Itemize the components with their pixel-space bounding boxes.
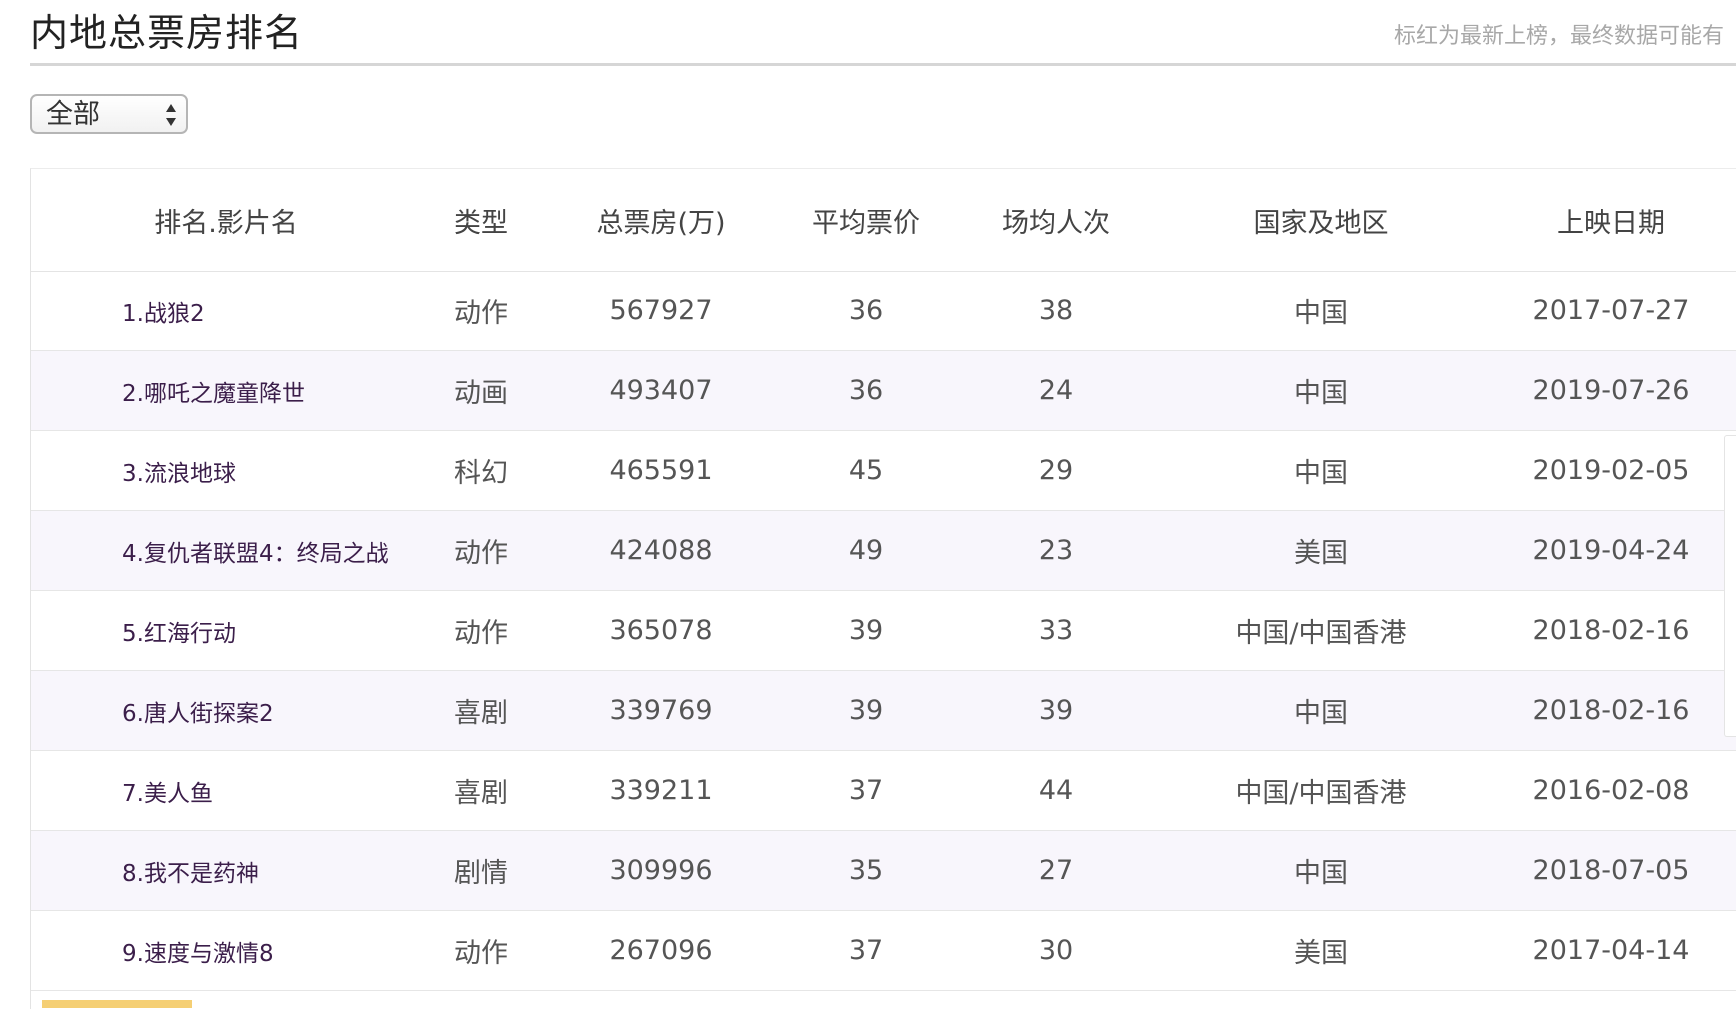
release-date-cell: 2017-04-14 [1532,935,1690,966]
box-office-cell: 465591 [609,455,713,486]
avg-price-cell: 36 [848,295,884,326]
country-cell: 中国/中国香港 [1235,778,1407,809]
avg-price-cell: 36 [848,375,884,406]
genre-cell: 喜剧 [454,698,508,729]
page-title: 内地总票房排名 [30,11,304,55]
genre-cell: 喜剧 [454,778,508,809]
country-cell: 美国 [1294,538,1348,569]
column-header-avg-price[interactable]: 平均票价 [801,169,931,271]
avg-price-cell: 39 [848,615,884,646]
table-row[interactable]: 2.哪吒之魔童降世 动画 493407 36 24 中国 2019-07-26 [31,351,1736,431]
column-header-rank-title[interactable]: 排名.影片名 [31,169,421,271]
film-title-cell[interactable]: 5.红海行动 [31,591,421,670]
film-title-cell[interactable]: 8.我不是药神 [31,831,421,910]
genre-cell: 动作 [454,938,508,969]
country-cell: 中国 [1294,458,1348,489]
genre-cell: 动作 [454,618,508,649]
release-date-cell: 2019-02-05 [1532,455,1690,486]
avg-audience-cell: 23 [1038,535,1074,566]
table-header: 排名.影片名 类型 总票房(万) 平均票价 场均人次 国家及地区 上映日期 [31,169,1736,272]
film-title-cell[interactable]: 1.战狼2 [31,271,421,350]
release-date-cell: 2018-02-16 [1532,615,1690,646]
bottom-accent-bar [42,1000,192,1008]
film-title-cell[interactable]: 7.美人鱼 [31,751,421,830]
table-row[interactable]: 5.红海行动 动作 365078 39 33 中国/中国香港 2018-02-1… [31,591,1736,671]
release-date-cell: 2019-04-24 [1532,535,1690,566]
country-cell: 中国 [1294,858,1348,889]
genre-cell: 剧情 [454,858,508,889]
column-header-country[interactable]: 国家及地区 [1201,169,1441,271]
genre-cell: 科幻 [454,458,508,489]
avg-audience-cell: 33 [1038,615,1074,646]
release-date-cell: 2018-02-16 [1532,695,1690,726]
table-row[interactable]: 4.复仇者联盟4：终局之战 动作 424088 49 23 美国 2019-04… [31,511,1736,591]
country-cell: 中国 [1294,698,1348,729]
box-office-cell: 267096 [609,935,713,966]
box-office-cell: 339769 [609,695,713,726]
avg-price-cell: 49 [848,535,884,566]
film-title-cell[interactable]: 9.速度与激情8 [31,911,421,990]
column-header-genre[interactable]: 类型 [431,169,531,271]
column-header-avg-audience[interactable]: 场均人次 [991,169,1121,271]
table-row[interactable]: 3.流浪地球 科幻 465591 45 29 中国 2019-02-05 [31,431,1736,511]
film-title-cell[interactable]: 6.唐人街探案2 [31,671,421,750]
box-office-cell: 309996 [609,855,713,886]
avg-audience-cell: 30 [1038,935,1074,966]
genre-cell: 动画 [454,378,508,409]
country-cell: 美国 [1294,938,1348,969]
update-notice: 标红为最新上榜，最终数据可能有 [1394,24,1725,49]
genre-cell: 动作 [454,298,508,329]
box-office-cell: 365078 [609,615,713,646]
film-title-cell[interactable]: 2.哪吒之魔童降世 [31,351,421,430]
box-office-cell: 424088 [609,535,713,566]
release-date-cell: 2019-07-26 [1532,375,1690,406]
table-row[interactable]: 9.速度与激情8 动作 267096 37 30 美国 2017-04-14 [31,911,1736,991]
table-row[interactable]: 8.我不是药神 剧情 309996 35 27 中国 2018-07-05 [31,831,1736,911]
avg-price-cell: 37 [848,775,884,806]
film-title-cell[interactable]: 3.流浪地球 [31,431,421,510]
avg-audience-cell: 39 [1038,695,1074,726]
box-office-cell: 493407 [609,375,713,406]
release-date-cell: 2018-07-05 [1532,855,1690,886]
filter-selected-value: 全部 [46,99,100,130]
avg-audience-cell: 38 [1038,295,1074,326]
box-office-cell: 567927 [609,295,713,326]
box-office-cell: 339211 [609,775,713,806]
avg-audience-cell: 27 [1038,855,1074,886]
avg-audience-cell: 24 [1038,375,1074,406]
country-cell: 中国 [1294,378,1348,409]
up-down-arrows-icon [166,104,176,126]
table-row[interactable]: 7.美人鱼 喜剧 339211 37 44 中国/中国香港 2016-02-08 [31,751,1736,831]
category-filter-select[interactable]: 全部 [30,94,188,134]
film-title-cell[interactable]: 4.复仇者联盟4：终局之战 [31,511,421,590]
avg-price-cell: 39 [848,695,884,726]
title-divider [30,63,1736,66]
column-header-release-date[interactable]: 上映日期 [1511,169,1711,271]
box-office-table: 排名.影片名 类型 总票房(万) 平均票价 场均人次 国家及地区 上映日期 1.… [30,168,1736,1009]
avg-price-cell: 35 [848,855,884,886]
country-cell: 中国 [1294,298,1348,329]
genre-cell: 动作 [454,538,508,569]
avg-price-cell: 37 [848,935,884,966]
table-row[interactable]: 6.唐人街探案2 喜剧 339769 39 39 中国 2018-02-16 [31,671,1736,751]
avg-price-cell: 45 [848,455,884,486]
release-date-cell: 2017-07-27 [1532,295,1690,326]
side-floating-tab[interactable] [1724,435,1736,737]
country-cell: 中国/中国香港 [1235,618,1407,649]
avg-audience-cell: 29 [1038,455,1074,486]
avg-audience-cell: 44 [1038,775,1074,806]
column-header-box-office[interactable]: 总票房(万) [571,169,751,271]
release-date-cell: 2016-02-08 [1532,775,1690,806]
table-row[interactable]: 1.战狼2 动作 567927 36 38 中国 2017-07-27 [31,271,1736,351]
